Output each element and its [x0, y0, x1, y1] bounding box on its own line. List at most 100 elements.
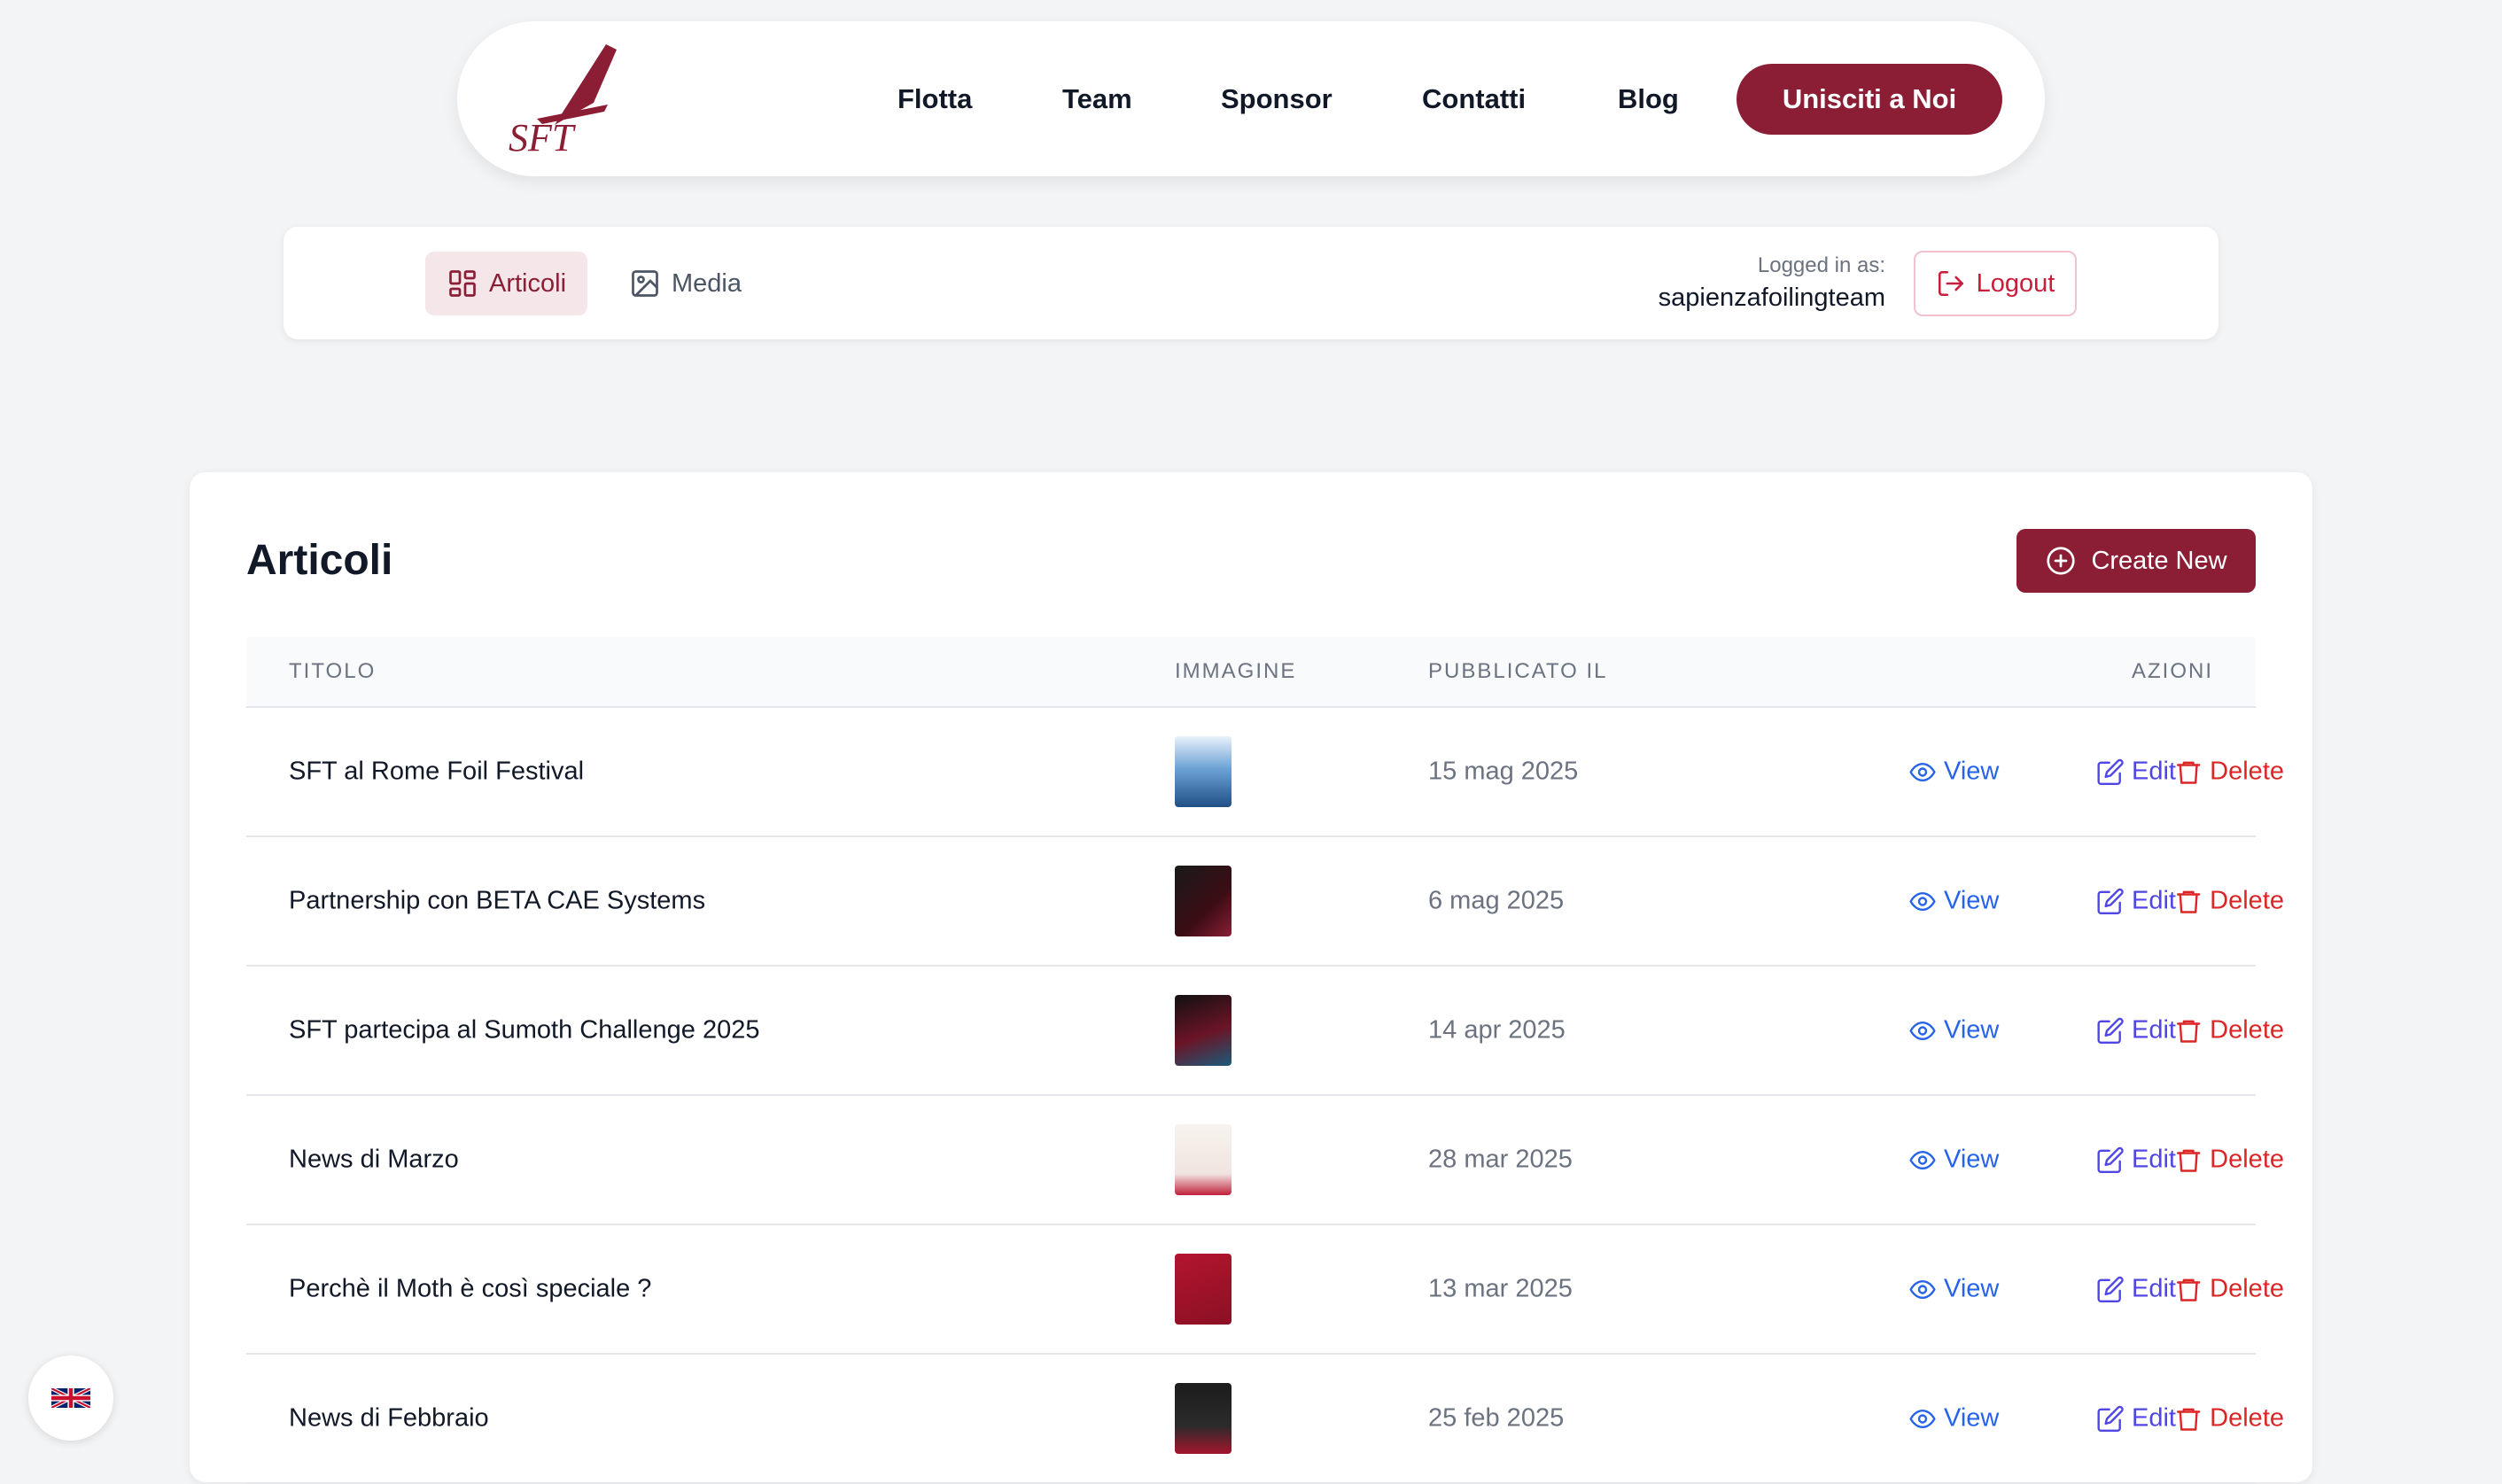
eye-icon	[1909, 1150, 1936, 1169]
article-date: 15 mag 2025	[1428, 757, 1579, 786]
language-switcher[interactable]	[28, 1356, 113, 1441]
edit-icon	[2097, 1017, 2124, 1044]
tab-articoli[interactable]: Articoli	[425, 252, 588, 315]
edit-icon	[2097, 1405, 2124, 1432]
logout-label: Logout	[1976, 268, 2055, 298]
trash-icon	[2176, 1149, 2201, 1172]
tab-label: Media	[672, 268, 742, 298]
article-title: Perchè il Moth è così speciale ?	[289, 1274, 652, 1303]
view-button[interactable]: View	[1908, 887, 1999, 916]
article-date: 14 apr 2025	[1428, 1015, 1566, 1045]
edit-icon	[2097, 1276, 2124, 1302]
eye-icon	[1909, 891, 1936, 911]
view-label: View	[1944, 1015, 2000, 1045]
article-title: SFT partecipa al Sumoth Challenge 2025	[289, 1015, 760, 1045]
article-thumbnail	[1175, 1124, 1232, 1195]
delete-button[interactable]: Delete	[2174, 1016, 2284, 1045]
view-button[interactable]: View	[1908, 1146, 1999, 1175]
eye-icon	[1909, 762, 1936, 781]
table-row: SFT partecipa al Sumoth Challenge 2025 14…	[246, 967, 2284, 1096]
trash-icon	[2176, 1408, 2201, 1431]
article-thumbnail	[1175, 866, 1232, 936]
article-title: Partnership con BETA CAE Systems	[289, 886, 706, 915]
edit-button[interactable]: Edit	[2096, 1146, 2176, 1175]
join-us-button[interactable]: Unisciti a Noi	[1737, 64, 2002, 135]
nav-link-sponsor[interactable]: Sponsor	[1221, 83, 1333, 115]
admin-toolbar: Articoli Media Logged in as: sapienzafoi…	[284, 227, 2218, 339]
view-label: View	[1944, 886, 2000, 915]
edit-icon	[2097, 888, 2124, 914]
edit-icon	[2097, 758, 2124, 785]
edit-button[interactable]: Edit	[2096, 758, 2176, 787]
edit-icon	[2097, 1146, 2124, 1173]
delete-button[interactable]: Delete	[2174, 758, 2284, 787]
article-date: 28 mar 2025	[1428, 1145, 1573, 1174]
delete-label: Delete	[2210, 886, 2284, 915]
edit-label: Edit	[2132, 1274, 2176, 1303]
delete-label: Delete	[2210, 757, 2284, 786]
article-thumbnail	[1175, 1254, 1232, 1325]
image-icon	[632, 270, 658, 297]
view-label: View	[1944, 1403, 2000, 1433]
article-date: 6 mag 2025	[1428, 886, 1565, 915]
delete-label: Delete	[2210, 1145, 2284, 1174]
edit-label: Edit	[2132, 1403, 2176, 1433]
top-navbar: SFT Flotta Team Sponsor Contatti Blog Un…	[457, 21, 2045, 176]
logo-text: SFT	[509, 116, 577, 156]
edit-label: Edit	[2132, 886, 2176, 915]
view-button[interactable]: View	[1908, 1275, 1999, 1304]
edit-label: Edit	[2132, 1015, 2176, 1045]
create-new-button[interactable]: Create New	[2016, 529, 2256, 593]
nav-link-blog[interactable]: Blog	[1618, 83, 1679, 115]
view-button[interactable]: View	[1908, 1404, 1999, 1433]
edit-button[interactable]: Edit	[2096, 1016, 2176, 1045]
tab-media[interactable]: Media	[608, 252, 763, 315]
grid-icon	[449, 270, 476, 297]
article-title: News di Marzo	[289, 1145, 459, 1174]
table-row: SFT al Rome Foil Festival 15 mag 2025 View…	[246, 708, 2284, 837]
eye-icon	[1909, 1409, 1936, 1428]
column-header-immagine: IMMAGINE	[1175, 659, 1297, 683]
create-new-label: Create New	[2091, 546, 2227, 575]
nav-link-contatti[interactable]: Contatti	[1422, 83, 1526, 115]
delete-button[interactable]: Delete	[2174, 1404, 2284, 1433]
view-label: View	[1944, 1145, 2000, 1174]
logged-in-username: sapienzafoilingteam	[1658, 284, 1885, 312]
delete-label: Delete	[2210, 1015, 2284, 1045]
edit-button[interactable]: Edit	[2096, 1404, 2176, 1433]
view-button[interactable]: View	[1908, 758, 1999, 787]
article-thumbnail	[1175, 1383, 1232, 1454]
column-header-azioni: AZIONI	[2131, 659, 2213, 683]
column-header-titolo: TITOLO	[289, 659, 377, 683]
article-title: SFT al Rome Foil Festival	[289, 757, 585, 786]
edit-button[interactable]: Edit	[2096, 887, 2176, 916]
logout-icon	[1938, 270, 1963, 297]
nav-link-flotta[interactable]: Flotta	[897, 83, 972, 115]
delete-button[interactable]: Delete	[2174, 887, 2284, 916]
delete-button[interactable]: Delete	[2174, 1275, 2284, 1304]
view-label: View	[1944, 757, 2000, 786]
table-header: TITOLO IMMAGINE PUBBLICATO IL AZIONI	[246, 637, 2256, 708]
table-row: Partnership con BETA CAE Systems 6 mag 20…	[246, 837, 2284, 967]
table-row: News di Marzo 28 mar 2025 View Edit Delete	[246, 1096, 2284, 1225]
table-row: Perchè il Moth è così speciale ? 13 mar 2…	[246, 1225, 2284, 1355]
table-row: News di Febbraio 25 feb 2025 View Edit Delet…	[246, 1355, 2284, 1484]
page-title: Articoli	[246, 537, 393, 584]
delete-label: Delete	[2210, 1274, 2284, 1303]
view-button[interactable]: View	[1908, 1016, 1999, 1045]
tab-label: Articoli	[489, 268, 567, 298]
article-thumbnail	[1175, 736, 1232, 807]
sft-logo[interactable]: SFT	[501, 41, 626, 156]
article-date: 25 feb 2025	[1428, 1403, 1565, 1433]
trash-icon	[2176, 1278, 2201, 1301]
logout-button[interactable]: Logout	[1914, 251, 2077, 316]
edit-button[interactable]: Edit	[2096, 1275, 2176, 1304]
delete-button[interactable]: Delete	[2174, 1146, 2284, 1175]
trash-icon	[2176, 1020, 2201, 1043]
nav-link-team[interactable]: Team	[1062, 83, 1132, 115]
article-date: 13 mar 2025	[1428, 1274, 1573, 1303]
delete-label: Delete	[2210, 1403, 2284, 1433]
eye-icon	[1909, 1021, 1936, 1040]
trash-icon	[2176, 890, 2201, 913]
article-title: News di Febbraio	[289, 1403, 489, 1433]
